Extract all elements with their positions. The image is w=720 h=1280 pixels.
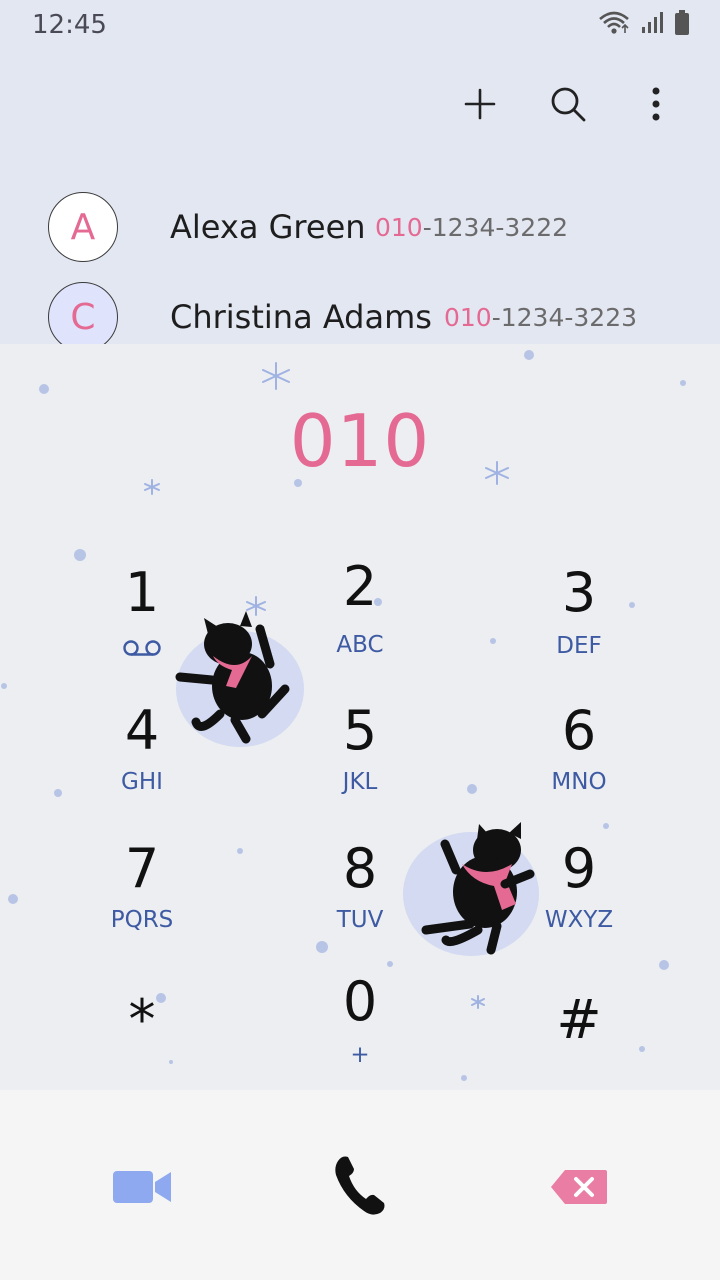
key-5[interactable]: 5 JKL [260,689,460,799]
key-8[interactable]: 8 TUV [260,827,460,937]
number-match: 010 [444,302,492,332]
number-rest: -1234-3223 [491,302,638,332]
key-4[interactable]: 4 GHI [42,689,242,799]
video-call-button[interactable] [97,1142,187,1232]
wifi-icon [599,11,629,34]
contact-number: 010-1234-3222 [375,213,568,242]
status-icons [598,10,690,36]
contact-number: 010-1234-3223 [444,303,637,332]
signal-icon [642,12,663,33]
key-digit: 2 [342,555,378,618]
key-1[interactable]: 1 [42,549,242,659]
key-7[interactable]: 7 PQRS [42,827,242,937]
contact-suggestions: A Alexa Green 010-1234-3222 C Christina … [0,180,720,345]
key-letters: ABC [336,632,384,658]
key-letters: + [350,1042,370,1068]
key-digit: 1 [124,561,160,624]
key-star[interactable]: * [42,964,242,1074]
avatar: C [48,282,118,345]
phone-icon [335,1156,385,1215]
key-digit: 4 [124,699,160,762]
key-letters: WXYZ [544,907,614,933]
key-2[interactable]: 2 ABC [260,549,460,659]
key-digit: 6 [561,699,597,762]
contact-row[interactable]: C Christina Adams 010-1234-3223 [0,272,720,345]
call-button[interactable] [315,1140,405,1230]
key-digit: 7 [124,837,160,900]
top-actions [456,80,680,128]
key-letters: MNO [551,769,607,795]
key-letters: DEF [556,633,602,659]
key-9[interactable]: 9 WXYZ [479,827,679,937]
contact-name: Christina Adams [170,298,432,336]
more-vertical-icon [652,87,660,121]
key-hash[interactable]: # [479,964,679,1074]
key-digit: * [128,988,156,1051]
number-rest: -1234-3222 [422,212,569,242]
search-button[interactable] [544,80,592,128]
contact-name: Alexa Green [170,208,366,246]
key-0[interactable]: 0 + [260,964,460,1074]
key-digit: 8 [342,837,378,900]
key-letters: TUV [336,907,384,933]
key-digit: 5 [342,699,378,762]
status-time: 12:45 [32,10,107,40]
battery-icon [675,10,689,35]
key-digit: # [556,988,602,1051]
backspace-icon [551,1170,607,1204]
key-6[interactable]: 6 MNO [479,689,679,799]
contact-row[interactable]: A Alexa Green 010-1234-3222 [0,182,720,272]
key-letters: JKL [342,769,378,795]
voicemail-icon [123,640,161,656]
key-letters: GHI [121,769,163,795]
key-digit: 0 [342,970,378,1033]
backspace-button[interactable] [534,1142,624,1232]
key-3[interactable]: 3 DEF [479,549,679,659]
number-match: 010 [375,212,423,242]
key-letters: PQRS [110,907,174,933]
dialed-number: 010 [289,399,431,483]
more-options-button[interactable] [632,80,680,128]
plus-icon [464,88,496,120]
add-contact-button[interactable] [456,80,504,128]
search-icon [551,87,586,122]
keypad-area: 010 1 2 ABC 3 DEF 4 GHI 5 JKL 6 MNO 7 PQ… [0,344,720,1090]
bottom-bar [0,1090,720,1280]
avatar: A [48,192,118,262]
key-digit: 9 [561,837,597,900]
video-camera-icon [113,1171,171,1203]
key-digit: 3 [561,561,597,624]
status-bar: 12:45 [0,0,720,50]
